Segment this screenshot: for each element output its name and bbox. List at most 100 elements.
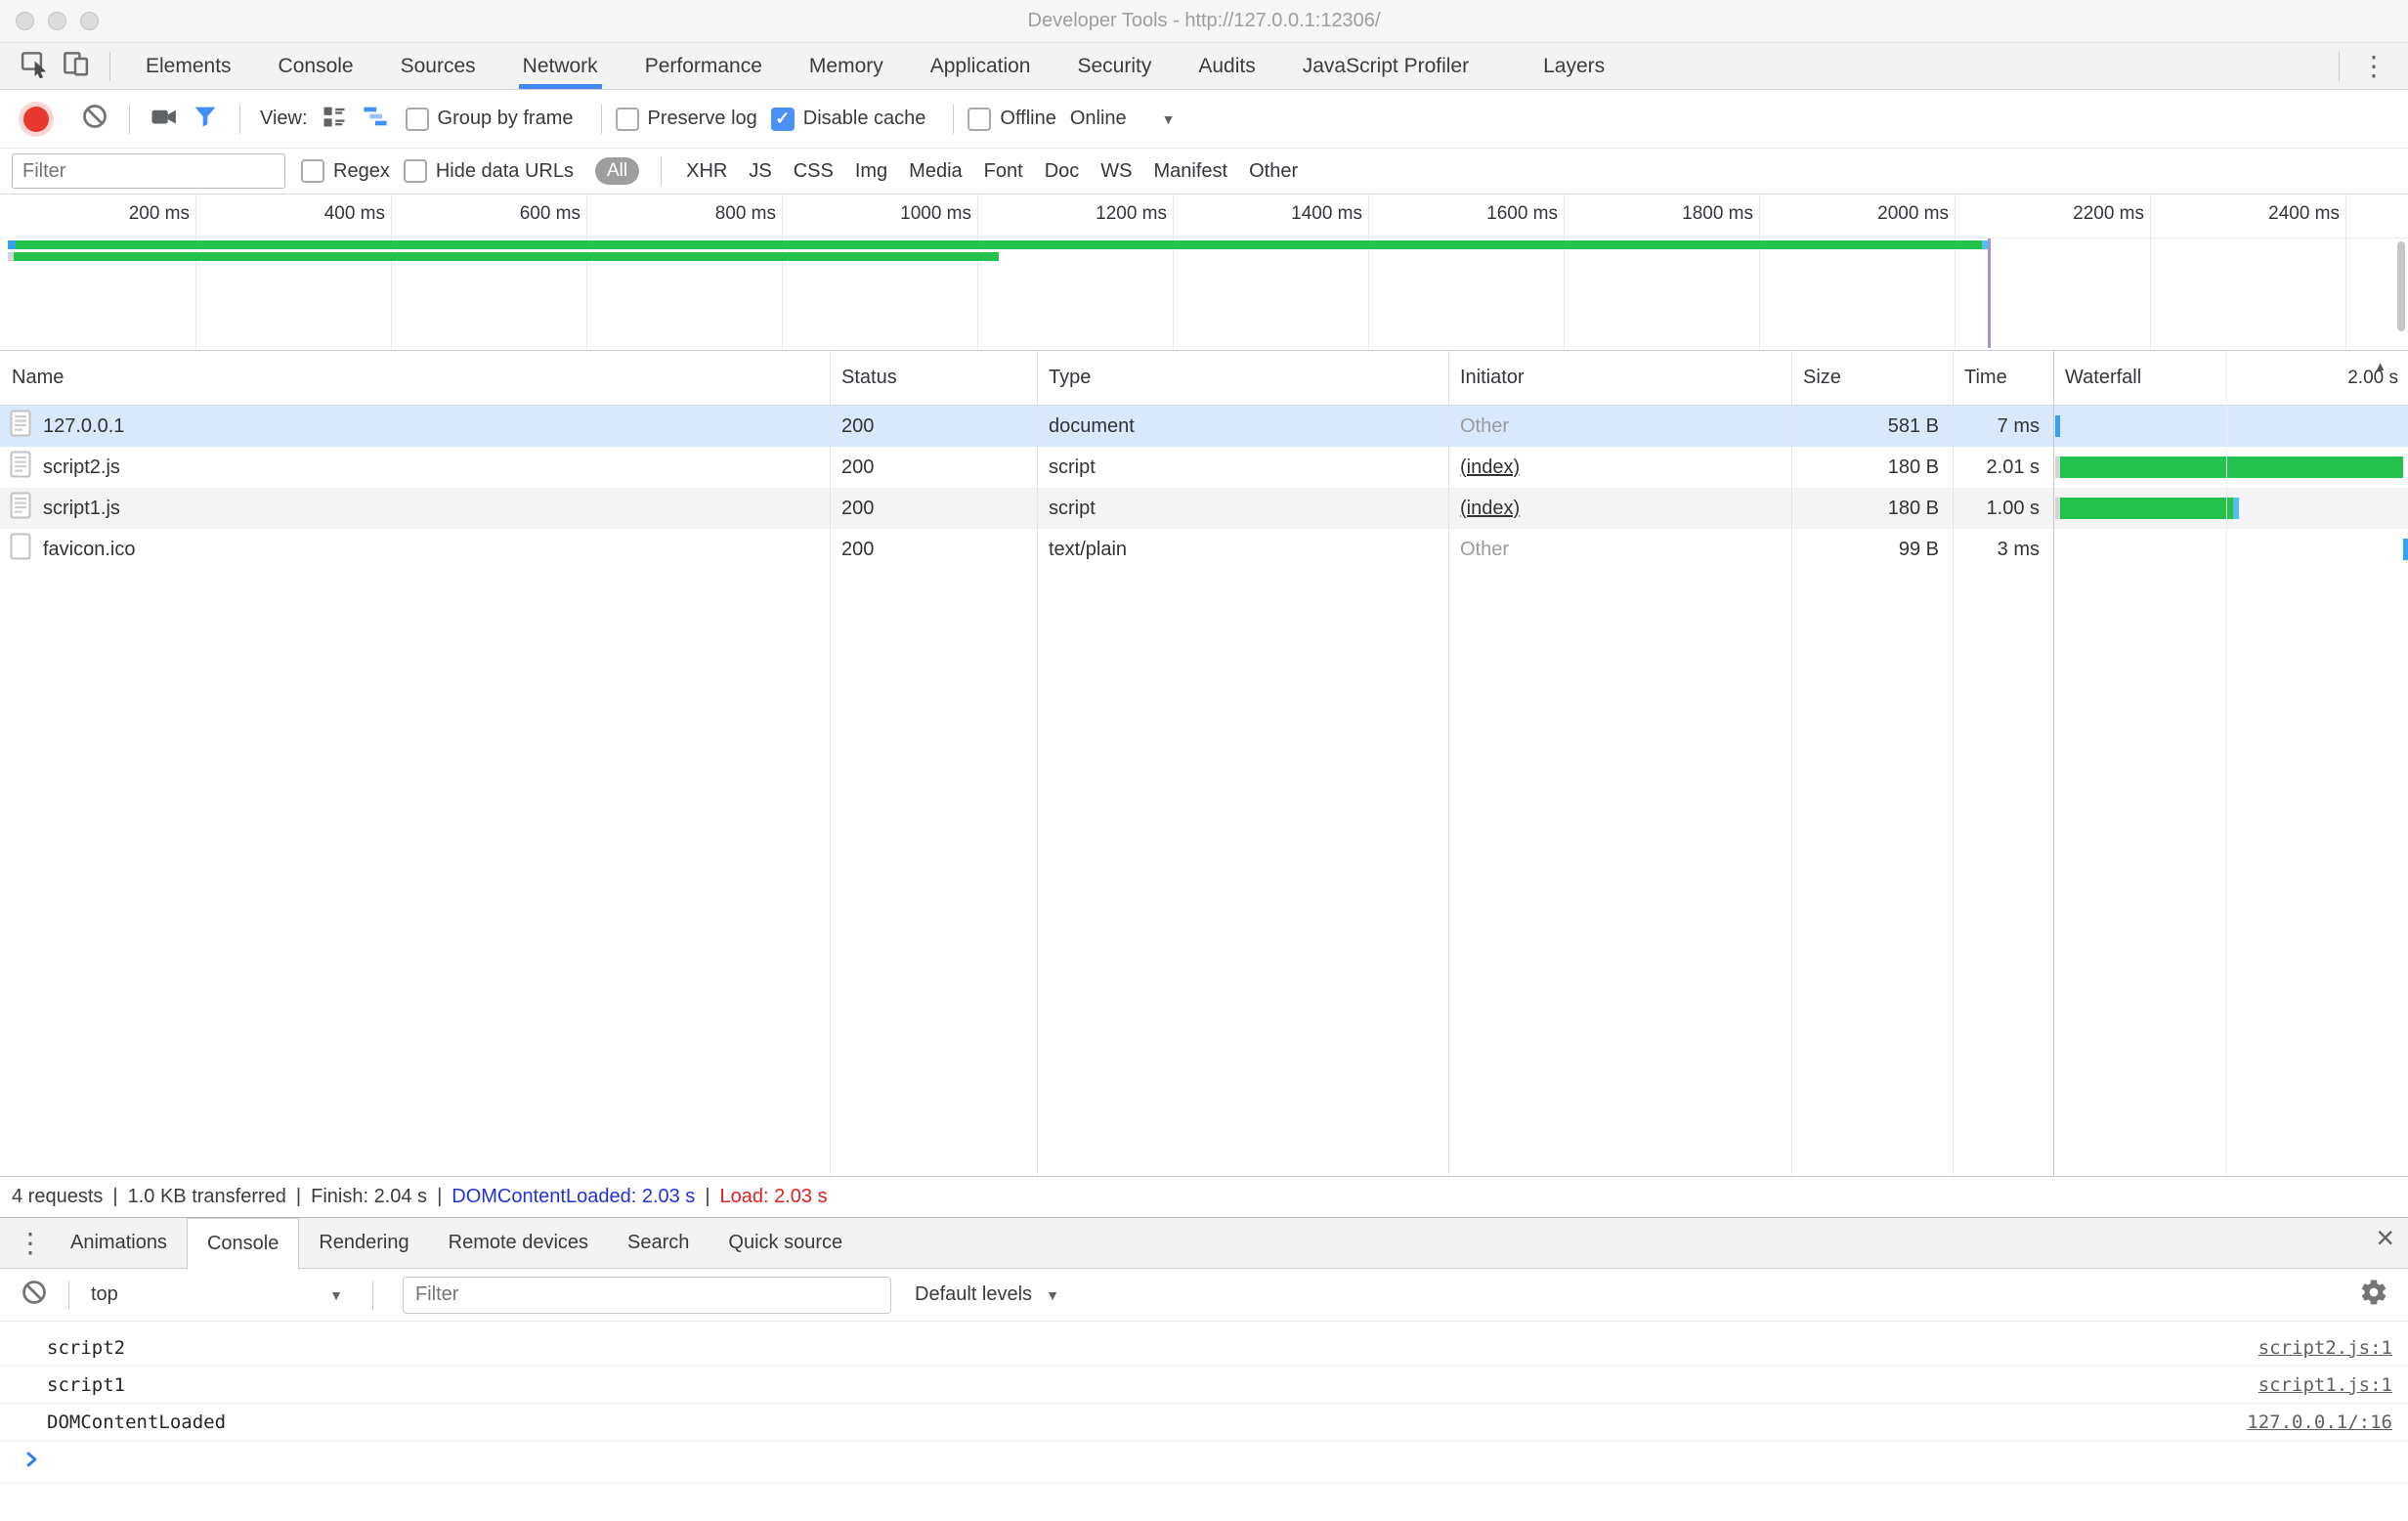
network-request-row[interactable]: favicon.ico 200 text/plain Other 99 B 3 …: [0, 529, 2408, 570]
drawer-menu-button[interactable]: ⋮: [10, 1223, 51, 1264]
disable-cache-label: Disable cache: [803, 108, 926, 130]
file-icon: [10, 533, 31, 566]
capture-screenshots-button[interactable]: [144, 99, 185, 140]
console-message[interactable]: script1 script1.js:1: [0, 1367, 2408, 1404]
request-name: favicon.ico: [43, 539, 136, 561]
divider: [372, 1281, 373, 1310]
column-header-status[interactable]: Status: [830, 351, 1037, 405]
separator: |: [112, 1186, 117, 1208]
tab-performance[interactable]: Performance: [641, 43, 766, 89]
timing-segment-tick: [2055, 498, 2060, 519]
regex-checkbox[interactable]: [301, 159, 324, 183]
toggle-device-toolbar-button[interactable]: [55, 46, 96, 87]
record-network-log-button[interactable]: [16, 99, 57, 140]
filter-type-all[interactable]: All: [595, 157, 639, 185]
filter-type-css[interactable]: CSS: [794, 160, 834, 183]
hide-data-urls-checkbox[interactable]: [404, 159, 427, 183]
dropdown-icon[interactable]: ▼: [1162, 111, 1176, 127]
network-filter-input[interactable]: [12, 153, 285, 189]
column-header-time[interactable]: Time: [1953, 351, 2053, 405]
initiator-link[interactable]: (index): [1460, 456, 1520, 478]
console-prompt[interactable]: [0, 1441, 2408, 1484]
waterfall-bar-cell: [2053, 447, 2408, 488]
overview-scrollbar-thumb[interactable]: [2397, 241, 2405, 331]
filter-type-ws[interactable]: WS: [1100, 160, 1132, 183]
tab-console[interactable]: Console: [275, 43, 358, 89]
filter-type-img[interactable]: Img: [855, 160, 887, 183]
source-link[interactable]: 127.0.0.1/:16: [2247, 1412, 2392, 1433]
filter-type-other[interactable]: Other: [1249, 160, 1298, 183]
tab-audits[interactable]: Audits: [1194, 43, 1259, 89]
close-drawer-button[interactable]: ×: [2376, 1222, 2394, 1253]
drawer-tab-remote-devices[interactable]: Remote devices: [429, 1218, 608, 1268]
overview-bar-script2: [0, 240, 2408, 249]
execution-context-select[interactable]: top ▼: [91, 1283, 351, 1306]
log-levels-select[interactable]: Default levels ▼: [915, 1283, 1067, 1306]
tab-network[interactable]: Network: [519, 43, 602, 89]
column-header-name[interactable]: Name: [0, 351, 830, 405]
devtools-window: Developer Tools - http://127.0.0.1:12306…: [0, 0, 2408, 1521]
tick-label: 1200 ms: [977, 203, 1167, 225]
console-filter-input[interactable]: [403, 1277, 891, 1314]
tab-sources[interactable]: Sources: [397, 43, 480, 89]
filter-type-doc[interactable]: Doc: [1045, 160, 1080, 183]
regex-label: Regex: [333, 160, 390, 183]
drawer-tab-console[interactable]: Console: [187, 1218, 299, 1270]
console-message[interactable]: DOMContentLoaded 127.0.0.1/:16: [0, 1404, 2408, 1441]
source-link[interactable]: script1.js:1: [2258, 1374, 2392, 1396]
filter-type-font[interactable]: Font: [984, 160, 1023, 183]
group-by-frame-checkbox[interactable]: [406, 108, 429, 131]
disable-cache-checkbox[interactable]: [771, 108, 795, 131]
divider: [661, 156, 662, 186]
divider: [239, 105, 240, 134]
column-header-initiator[interactable]: Initiator: [1448, 351, 1791, 405]
tick-label: 2000 ms: [1759, 203, 1949, 225]
window-title: Developer Tools - http://127.0.0.1:12306…: [0, 0, 2408, 42]
drawer-tab-search[interactable]: Search: [608, 1218, 709, 1268]
tab-javascript-profiler[interactable]: JavaScript Profiler: [1299, 43, 1473, 89]
use-large-rows-button[interactable]: [314, 99, 355, 140]
devtools-menu-button[interactable]: ⋮: [2353, 46, 2394, 87]
title-bar: Developer Tools - http://127.0.0.1:12306…: [0, 0, 2408, 43]
network-request-row[interactable]: script2.js 200 script (index) 180 B 2.01…: [0, 447, 2408, 488]
filter-type-manifest[interactable]: Manifest: [1153, 160, 1227, 183]
tick-label: 200 ms: [0, 203, 190, 225]
column-header-size[interactable]: Size: [1791, 351, 1953, 405]
filter-type-xhr[interactable]: XHR: [686, 160, 727, 183]
tab-memory[interactable]: Memory: [805, 43, 887, 89]
source-link[interactable]: script2.js:1: [2258, 1337, 2392, 1359]
request-time: 7 ms: [1953, 415, 2053, 438]
initiator-link[interactable]: (index): [1460, 498, 1520, 519]
message-text: script2: [47, 1337, 125, 1359]
tab-application[interactable]: Application: [926, 43, 1035, 89]
console-message[interactable]: script2 script2.js:1: [0, 1329, 2408, 1367]
drawer-tab-rendering[interactable]: Rendering: [299, 1218, 428, 1268]
tab-layers[interactable]: Layers: [1539, 43, 1609, 89]
offline-checkbox[interactable]: [968, 108, 991, 131]
filter-type-js[interactable]: JS: [749, 160, 771, 183]
message-text: DOMContentLoaded: [47, 1412, 226, 1433]
show-overview-button[interactable]: [355, 99, 396, 140]
column-header-waterfall[interactable]: Waterfall ▲ 2.00 s: [2053, 351, 2408, 405]
clear-network-log-button[interactable]: [74, 99, 115, 140]
clear-console-button[interactable]: [14, 1275, 55, 1316]
drawer-tab-quick-source[interactable]: Quick source: [709, 1218, 862, 1268]
network-request-row[interactable]: 127.0.0.1 200 document Other 581 B 7 ms: [0, 406, 2408, 447]
preserve-log-checkbox[interactable]: [616, 108, 639, 131]
drawer-tab-animations[interactable]: Animations: [51, 1218, 187, 1268]
network-request-row[interactable]: script1.js 200 script (index) 180 B 1.00…: [0, 488, 2408, 529]
tick-label: 800 ms: [586, 203, 776, 225]
finish-time: Finish: 2.04 s: [311, 1186, 427, 1208]
filter-toggle-button[interactable]: [185, 99, 226, 140]
tab-elements[interactable]: Elements: [142, 43, 236, 89]
tab-security[interactable]: Security: [1073, 43, 1155, 89]
network-overview-timeline[interactable]: 200 ms 400 ms 600 ms 800 ms 1000 ms 1200…: [0, 195, 2408, 351]
timing-segment-blue: [2055, 415, 2060, 437]
filter-type-media[interactable]: Media: [909, 160, 962, 183]
waterfall-bar-cell: [2053, 488, 2408, 529]
console-settings-button[interactable]: [2353, 1275, 2394, 1316]
inspect-element-button[interactable]: [14, 46, 55, 87]
throttling-select[interactable]: Online: [1070, 108, 1127, 130]
overview-bar-script1: [0, 252, 2408, 261]
column-header-type[interactable]: Type: [1037, 351, 1448, 405]
